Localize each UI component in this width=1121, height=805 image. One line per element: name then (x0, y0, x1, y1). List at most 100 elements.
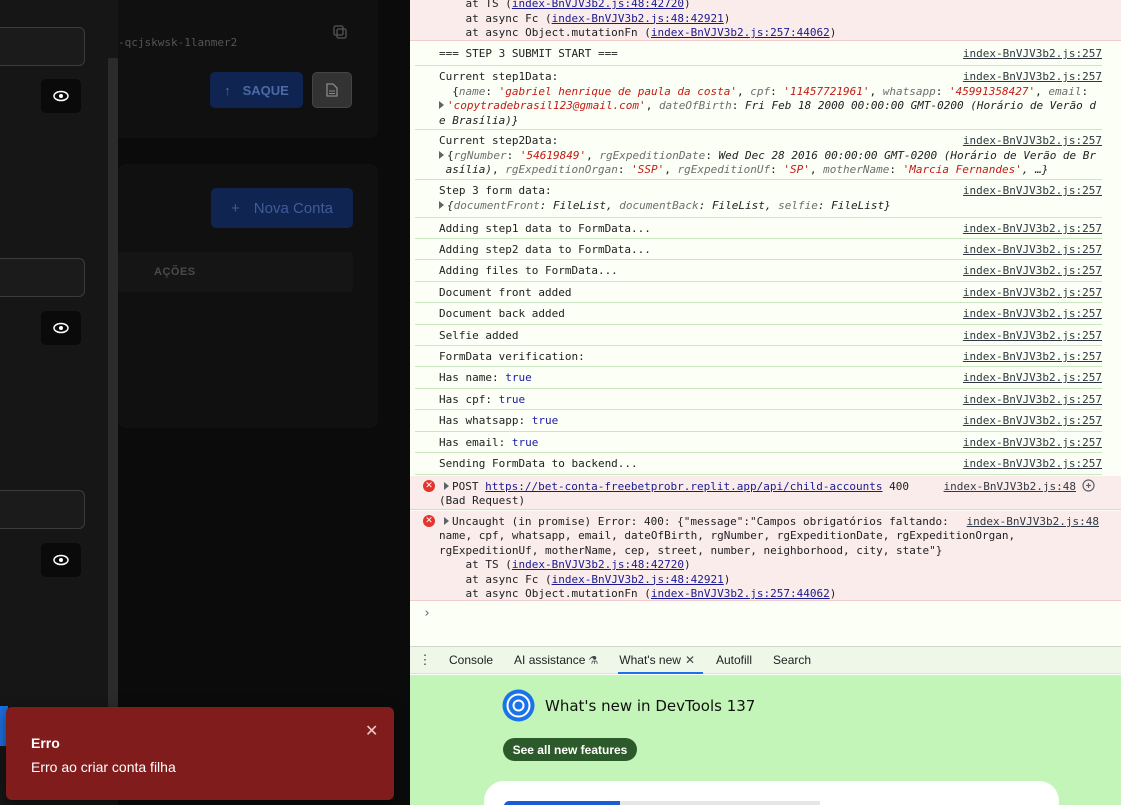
console-log-row: Adding step1 data to FormData... index-B… (415, 218, 1102, 239)
error-toast: Erro Erro ao criar conta filha ✕ (6, 707, 394, 800)
copy-icon[interactable] (332, 24, 348, 40)
console-log-row: Has email: true index-BnVJV3b2.js:257 (415, 432, 1102, 453)
saque-label: SAQUE (242, 82, 289, 98)
drawer-tab-bar: ⋮ Console AI assistance ⚗ What's new ✕ Aut… (410, 646, 1121, 674)
source-link[interactable]: index-BnVJV3b2.js:257 (963, 414, 1102, 427)
source-link[interactable]: index-BnVJV3b2.js:257 (963, 70, 1102, 83)
console-error-uncaught: ✕ Uncaught (in promise) Error: 400: {"me… (410, 511, 1121, 601)
error-icon: ✕ (423, 515, 435, 527)
toggle-visibility-button-1[interactable] (41, 79, 81, 113)
preview-bar (504, 801, 620, 805)
feature-preview-card[interactable] (484, 781, 1059, 805)
source-link[interactable]: index-BnVJV3b2.js:257:44062 (651, 587, 830, 600)
eye-icon (53, 322, 69, 334)
source-link[interactable]: index-BnVJV3b2.js:257 (963, 264, 1102, 277)
close-icon[interactable]: ✕ (685, 653, 695, 667)
eye-icon (53, 554, 69, 566)
source-link[interactable]: index-BnVJV3b2.js:257 (963, 134, 1102, 147)
devtools-panel: at TS (index-BnVJV3b2.js:48:42720) at as… (410, 0, 1121, 805)
source-link[interactable]: index-BnVJV3b2.js:48 (967, 515, 1099, 528)
flask-icon: ⚗ (588, 654, 599, 667)
more-options-icon[interactable]: ⋮ (410, 652, 440, 668)
expand-triangle-icon[interactable] (444, 482, 449, 490)
console-log-row: Document back added index-BnVJV3b2.js:25… (415, 303, 1102, 325)
source-link[interactable]: index-BnVJV3b2.js:257 (963, 393, 1102, 406)
console-log-row: Current step2Data: {rgNumber: '54619849'… (415, 130, 1102, 180)
expand-triangle-icon[interactable] (439, 150, 444, 159)
see-all-features-button[interactable]: See all new features (503, 738, 637, 761)
source-link[interactable]: index-BnVJV3b2.js:257 (963, 184, 1102, 197)
source-link[interactable]: index-BnVJV3b2.js:257 (963, 457, 1102, 470)
toggle-visibility-button-3[interactable] (41, 543, 81, 577)
tab-whats-new[interactable]: What's new ✕ (610, 646, 707, 674)
app-viewport: -qcjskwsk-1lanmer2 ↑ SAQUE + Nova Conta … (0, 0, 410, 805)
source-link[interactable]: index-BnVJV3b2.js:48:42720 (512, 558, 684, 571)
console-log-row: FormData verification: index-BnVJV3b2.js… (415, 346, 1102, 367)
console-log-row: Has name: true index-BnVJV3b2.js:257 (415, 367, 1102, 389)
request-url-link[interactable]: https://bet-conta-freebetprobr.replit.ap… (485, 480, 882, 493)
password-input-1[interactable] (0, 27, 85, 66)
source-link[interactable]: index-BnVJV3b2.js:257 (963, 243, 1102, 256)
tab-console[interactable]: Console (440, 646, 505, 674)
source-link[interactable]: index-BnVJV3b2.js:48 (944, 480, 1076, 493)
console-log-row: Document front added index-BnVJV3b2.js:2… (415, 282, 1102, 303)
tab-search[interactable]: Search (764, 646, 823, 674)
preview-bar (620, 801, 820, 805)
whats-new-title: What's new in DevTools 137 (545, 697, 756, 715)
document-button[interactable] (312, 72, 352, 108)
expand-triangle-icon[interactable] (439, 101, 444, 109)
nova-conta-button[interactable]: + Nova Conta (211, 188, 353, 228)
source-link[interactable]: index-BnVJV3b2.js:257 (963, 222, 1102, 235)
console-log-row: Adding files to FormData... index-BnVJV3… (415, 260, 1102, 282)
plus-icon: + (231, 199, 240, 217)
document-icon (326, 83, 338, 97)
source-link[interactable]: index-BnVJV3b2.js:257 (963, 286, 1102, 299)
console-log-row: Sending FormData to backend... index-BnV… (415, 453, 1102, 475)
account-card (118, 0, 378, 138)
source-link[interactable]: index-BnVJV3b2.js:257:44062 (651, 26, 830, 39)
console-log-row: Step 3 form data: {documentFront: FileLi… (415, 180, 1102, 218)
saque-button[interactable]: ↑ SAQUE (210, 72, 303, 108)
toast-title: Erro (31, 735, 60, 751)
console-log-row: Selfie added index-BnVJV3b2.js:257 (415, 325, 1102, 346)
console-log-row: Adding step2 data to FormData... index-B… (415, 239, 1102, 260)
console-output[interactable]: at TS (index-BnVJV3b2.js:48:42720) at as… (410, 0, 1121, 645)
source-link[interactable]: index-BnVJV3b2.js:257 (963, 307, 1102, 320)
source-link[interactable]: index-BnVJV3b2.js:257 (963, 371, 1102, 384)
tab-autofill[interactable]: Autofill (707, 646, 764, 674)
eye-icon (53, 90, 69, 102)
console-prompt[interactable]: › (423, 606, 431, 621)
whats-new-panel: What's new in DevTools 137 See all new f… (410, 675, 1121, 805)
error-icon: ✕ (423, 480, 435, 492)
arrow-up-icon: ↑ (224, 82, 231, 98)
console-log-row: Has whatsapp: true index-BnVJV3b2.js:257 (415, 410, 1102, 432)
source-link[interactable]: index-BnVJV3b2.js:257 (963, 47, 1102, 60)
toggle-visibility-button-2[interactable] (41, 311, 81, 345)
console-error-network: ✕ POST https://bet-conta-freebetprobr.re… (410, 476, 1121, 510)
source-link[interactable]: index-BnVJV3b2.js:257 (963, 329, 1102, 342)
expand-triangle-icon[interactable] (439, 200, 444, 209)
source-link[interactable]: index-BnVJV3b2.js:48:42720 (512, 0, 684, 10)
nova-conta-label: Nova Conta (253, 199, 333, 217)
console-log-row: Has cpf: true index-BnVJV3b2.js:257 (415, 389, 1102, 410)
side-form-panel (0, 0, 118, 805)
source-link[interactable]: index-BnVJV3b2.js:257 (963, 436, 1102, 449)
tab-ai-assistance[interactable]: AI assistance ⚗ (505, 646, 610, 674)
console-error-stack-tail: at TS (index-BnVJV3b2.js:48:42720) at as… (410, 0, 1121, 41)
chrome-devtools-logo-icon (502, 689, 535, 722)
source-link[interactable]: index-BnVJV3b2.js:257 (963, 350, 1102, 363)
network-request-icon[interactable] (1082, 479, 1095, 492)
password-input-2[interactable] (0, 258, 85, 297)
source-link[interactable]: index-BnVJV3b2.js:48:42921 (552, 12, 724, 25)
source-link[interactable]: index-BnVJV3b2.js:48:42921 (552, 573, 724, 586)
console-log-row: === STEP 3 SUBMIT START === index-BnVJV3… (415, 43, 1102, 66)
column-header-actions: AÇÕES (154, 266, 196, 278)
accounts-table-header: AÇÕES (118, 252, 353, 292)
account-id-text: -qcjskwsk-1lanmer2 (118, 36, 238, 49)
expand-triangle-icon[interactable] (444, 517, 449, 525)
console-log-row: Current step1Data: {name: 'gabriel henri… (415, 66, 1102, 130)
close-icon[interactable]: ✕ (365, 721, 378, 741)
password-input-3[interactable] (0, 490, 85, 529)
panel-scrollbar[interactable] (108, 58, 118, 738)
toast-description: Erro ao criar conta filha (31, 759, 176, 775)
